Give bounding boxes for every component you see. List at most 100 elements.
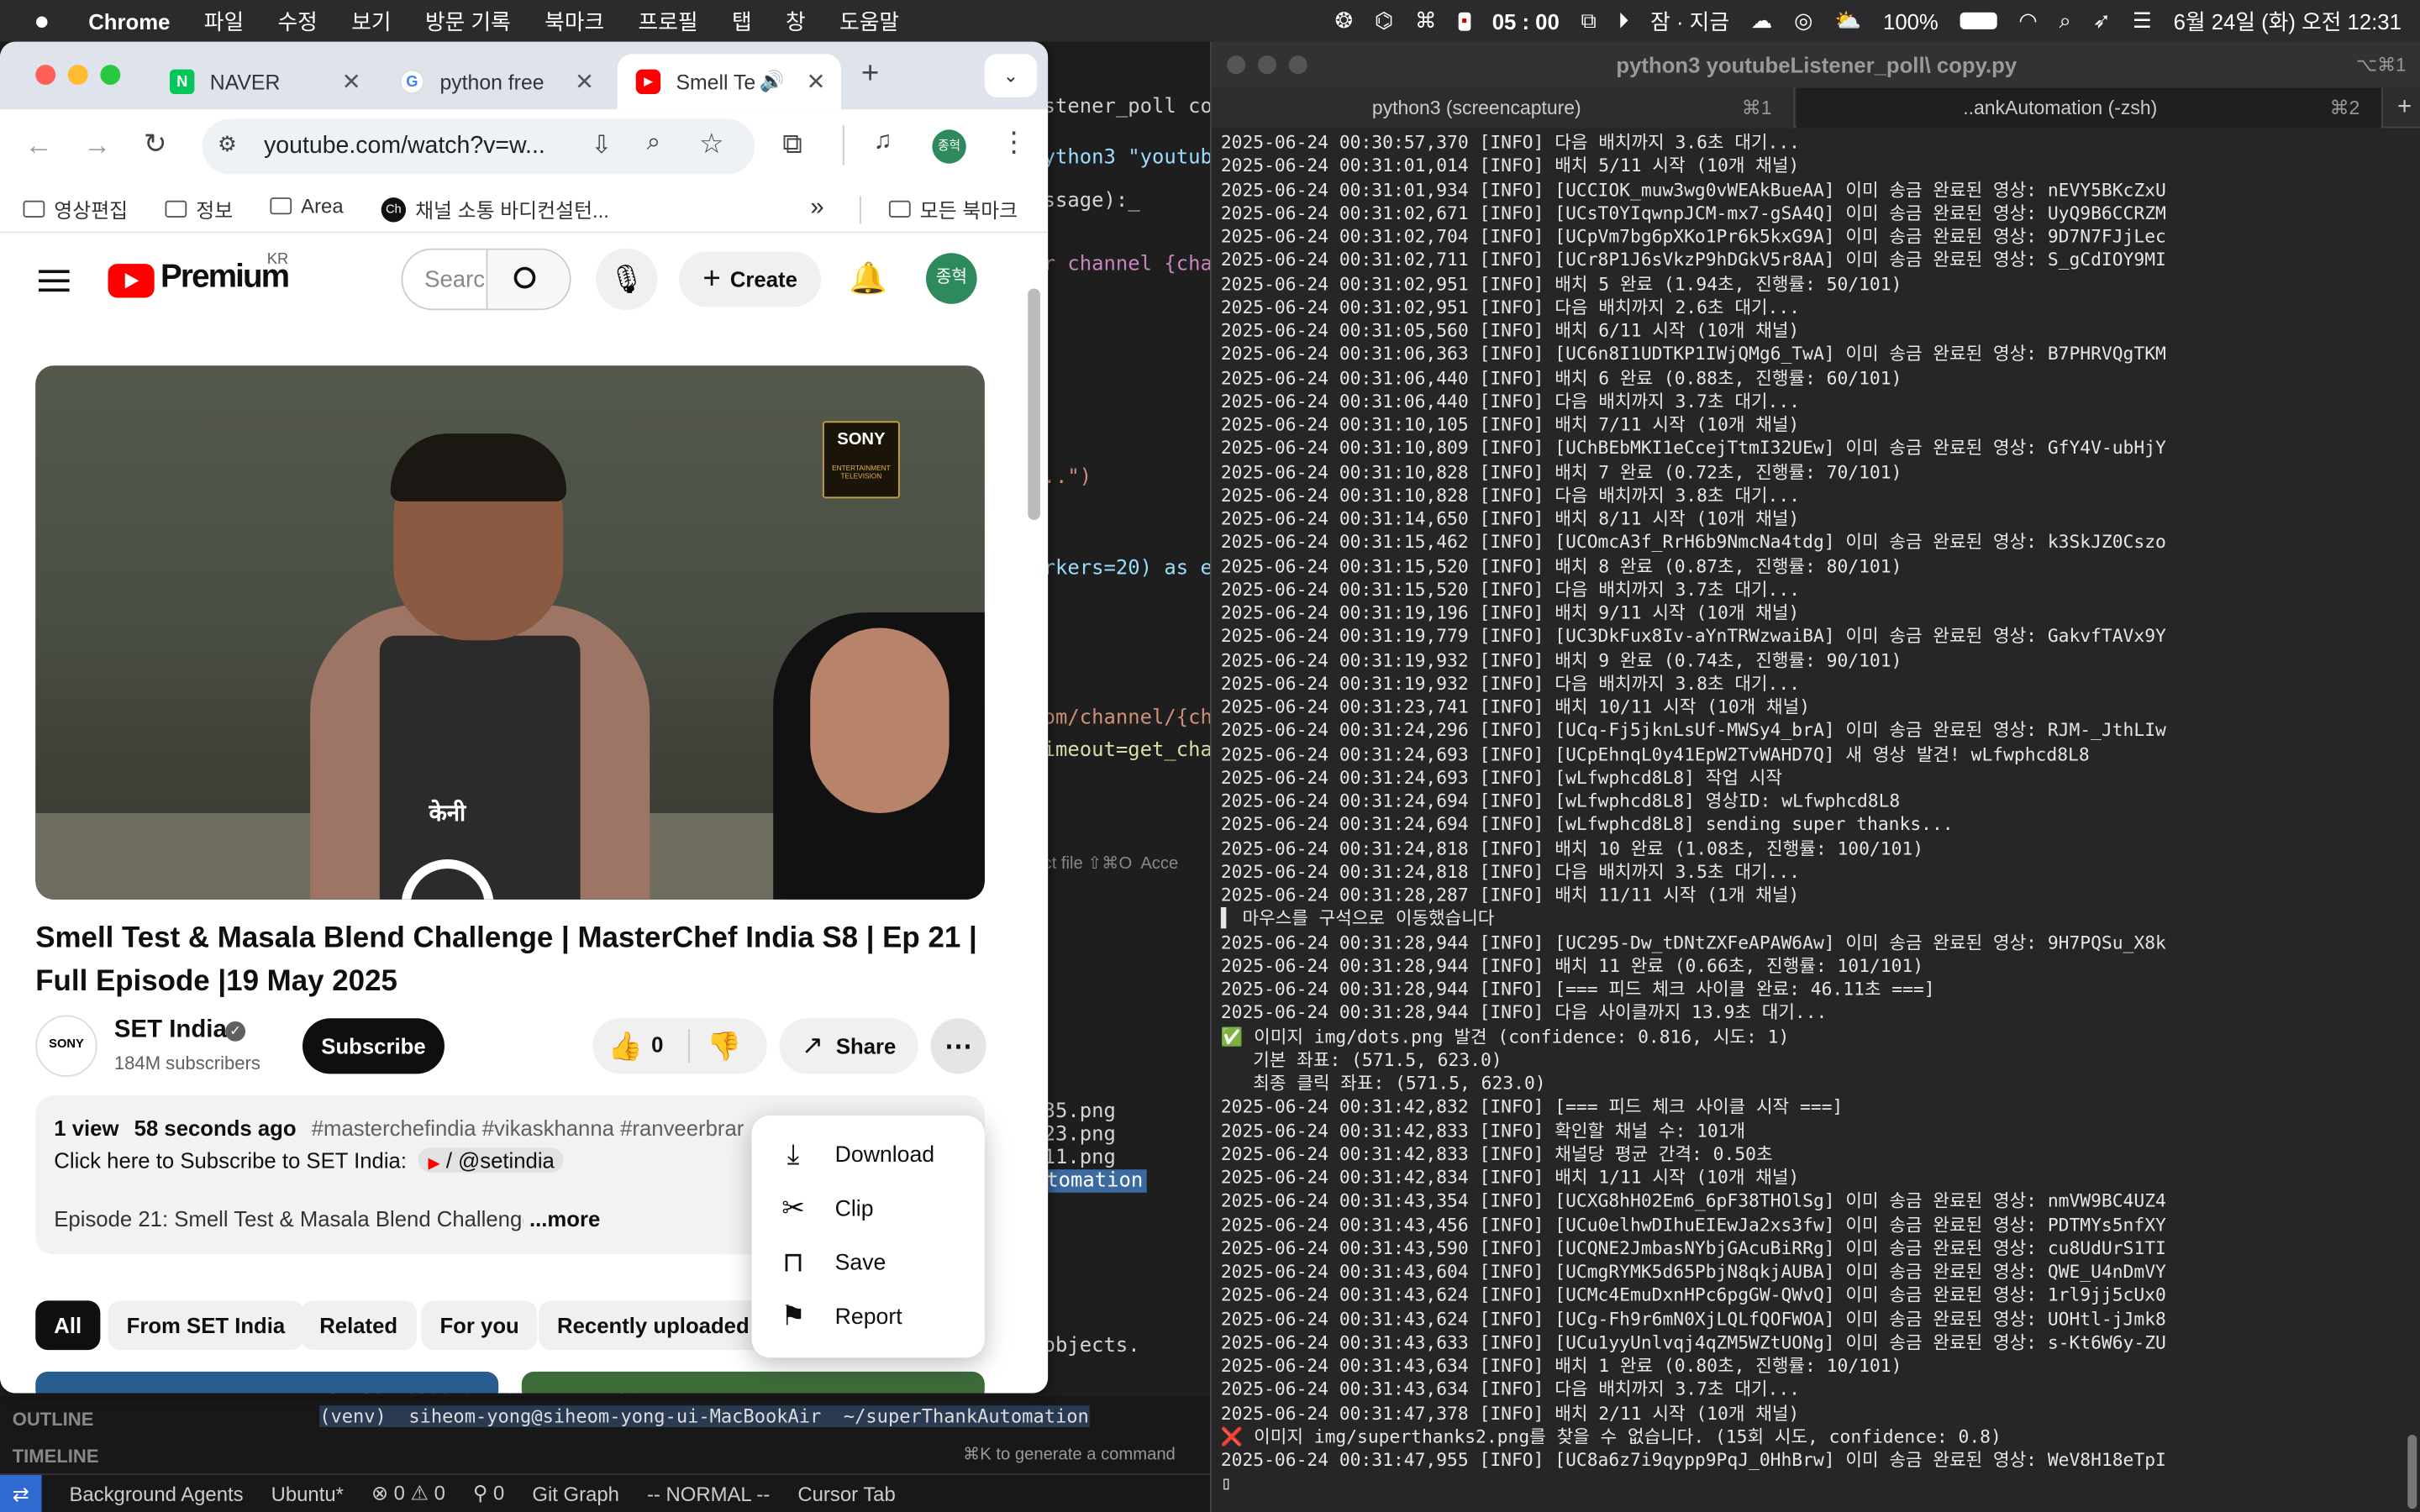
youtube-logo-icon[interactable]	[108, 264, 155, 298]
command-icon[interactable]: ⌘	[1415, 8, 1437, 34]
bookmark-star-icon[interactable]: ☆	[699, 128, 724, 160]
chip-recently-uploaded[interactable]: Recently uploaded	[539, 1300, 768, 1351]
new-tab-button[interactable]: +	[861, 57, 879, 92]
account-avatar[interactable]: 종혁	[926, 253, 977, 304]
video-thumbnail[interactable]	[35, 1371, 499, 1394]
vpn-icon[interactable]: ⌬	[1375, 8, 1393, 34]
openai-icon[interactable]: ❂	[1335, 8, 1354, 34]
branch-item[interactable]: Ubuntu*	[271, 1482, 344, 1505]
create-button[interactable]: + Create	[679, 251, 822, 307]
zoom-icon[interactable]: ⌕	[647, 129, 660, 157]
timeline-section[interactable]: TIMELINE	[13, 1446, 99, 1467]
profile-avatar[interactable]: 종혁	[932, 129, 966, 164]
background-agents-item[interactable]: Background Agents	[69, 1482, 243, 1505]
close-icon[interactable]: ✕	[575, 68, 594, 96]
remote-icon[interactable]: ⇄	[0, 1473, 42, 1512]
search-box[interactable]: Search	[401, 248, 571, 311]
menu-profile[interactable]: 프로필	[621, 5, 714, 36]
zoom-window-icon[interactable]	[100, 65, 121, 86]
tab-google[interactable]: G python free ✕	[381, 54, 610, 109]
status-text[interactable]: 잠 · 지금	[1650, 5, 1729, 36]
cloud-icon[interactable]: ☁	[1751, 8, 1773, 34]
menu-history[interactable]: 방문 기록	[408, 5, 528, 36]
close-icon[interactable]: ✕	[342, 68, 361, 96]
new-tab-button[interactable]: +	[2387, 88, 2420, 129]
terminal-output[interactable]: 2025-06-24 00:30:57,370 [INFO] 다음 배치까지 3…	[1221, 131, 2417, 1504]
menu-item-clip[interactable]: ✂ Clip	[751, 1182, 984, 1236]
address-bar[interactable]: ⚙ youtube.com/watch?v=w... ⇩ ⌕ ☆	[202, 118, 755, 175]
terminal-tab-2[interactable]: ..ankAutomation (-zsh) ⌘2	[1796, 87, 2383, 129]
more-bookmarks-chevron[interactable]: »	[810, 194, 823, 222]
voice-search-icon[interactable]: 🎙	[595, 248, 658, 311]
bookmark-folder-2[interactable]: 정보	[165, 194, 233, 223]
menu-window[interactable]: 창	[769, 5, 823, 36]
zoom-icon[interactable]	[1288, 55, 1307, 75]
datetime[interactable]: 6월 24일 (화) 오전 12:31	[2174, 5, 2402, 36]
menu-edit[interactable]: 수정	[260, 5, 334, 36]
minimize-window-icon[interactable]	[67, 65, 88, 86]
media-control-icon[interactable]: ♫	[874, 128, 892, 155]
dislike-icon[interactable]: 👎	[707, 1031, 741, 1063]
close-window-icon[interactable]	[35, 65, 56, 86]
git-graph-item[interactable]: Git Graph	[532, 1482, 619, 1505]
extensions-icon[interactable]: ⧉	[782, 128, 802, 160]
minimize-icon[interactable]	[1257, 55, 1276, 75]
hamburger-menu-icon[interactable]	[38, 270, 70, 292]
channel-name[interactable]: SET India	[114, 1016, 227, 1044]
channel-avatar[interactable]: SONY	[35, 1015, 97, 1078]
menu-view[interactable]: 보기	[334, 5, 408, 36]
url-text[interactable]: youtube.com/watch?v=w...	[264, 133, 545, 160]
all-bookmarks-folder[interactable]: 모든 북마크	[888, 194, 1018, 223]
channel-handle-link[interactable]: / @setindia	[446, 1148, 555, 1173]
bookmark-link-channel[interactable]: Ch 채널 소통 바디컨설턴...	[381, 194, 609, 223]
app-menu[interactable]: Chrome	[66, 8, 187, 33]
forward-icon[interactable]: →	[83, 129, 111, 162]
chip-related[interactable]: Related	[301, 1300, 417, 1351]
subscribe-button[interactable]: Subscribe	[302, 1018, 445, 1074]
like-icon[interactable]: 👍	[608, 1031, 643, 1063]
menu-item-report[interactable]: ⚑ Report	[751, 1289, 984, 1343]
cursor-tab-item[interactable]: Cursor Tab	[797, 1482, 895, 1505]
terminal-scrollbar[interactable]	[2407, 1435, 2417, 1509]
bookmark-folder-1[interactable]: 영상편집	[23, 194, 128, 223]
window-icon[interactable]: ⧉	[1581, 8, 1596, 34]
search-icon[interactable]: ⌕	[2059, 8, 2070, 34]
menu-file[interactable]: 파일	[187, 5, 261, 36]
install-icon[interactable]: ⇩	[591, 129, 612, 160]
battery-icon[interactable]	[1960, 12, 1997, 29]
chip-for-you[interactable]: For you	[421, 1300, 538, 1351]
weather-icon[interactable]: ⛅	[1834, 8, 1861, 34]
close-icon[interactable]	[1227, 55, 1246, 75]
ports-item[interactable]: ⚲ 0	[473, 1481, 504, 1505]
site-info-icon[interactable]: ⚙	[218, 131, 237, 157]
close-icon[interactable]: ✕	[807, 68, 826, 96]
share-button[interactable]: ↗ Share	[779, 1018, 918, 1074]
outline-section[interactable]: OUTLINE	[13, 1409, 94, 1431]
terminal-tab-1[interactable]: python3 (screencapture) ⌘1	[1211, 87, 1796, 129]
kebab-menu-icon[interactable]: ⋮	[1000, 127, 1028, 160]
tab-youtube[interactable]: ▶ Smell Te 🔊 ✕	[617, 54, 842, 110]
tab-naver[interactable]: N NAVER ✕	[151, 54, 376, 109]
back-icon[interactable]: ←	[24, 129, 52, 162]
more-link[interactable]: ...more	[523, 1206, 601, 1231]
wifi-icon[interactable]: ◠	[2018, 8, 2037, 34]
video-thumbnail[interactable]	[521, 1371, 985, 1394]
speaker-icon[interactable]: 🔊	[760, 70, 785, 94]
apple-icon[interactable]: ●	[0, 5, 66, 36]
terminal-window[interactable]: python3 youtubeListener_poll\ copy.py ⌥⌘…	[1209, 41, 2420, 1512]
play-icon[interactable]: ⏵	[1618, 8, 1629, 34]
menu-item-save[interactable]: ⊓ Save	[751, 1236, 984, 1289]
menu-help[interactable]: 도움말	[823, 5, 916, 36]
menu-bookmarks[interactable]: 북마크	[528, 5, 621, 36]
search-button[interactable]	[486, 249, 570, 309]
notifications-bell-icon[interactable]: 🔔	[849, 260, 887, 298]
menu-item-download[interactable]: ⤓ Download	[751, 1128, 984, 1182]
page-scrollbar[interactable]	[1028, 288, 1040, 520]
problems-item[interactable]: ⊗ 0 ⚠ 0	[371, 1481, 445, 1505]
airdrop-icon[interactable]: ◎	[1794, 8, 1812, 34]
chip-from-channel[interactable]: From SET India	[108, 1300, 304, 1351]
bird-icon[interactable]: ➶	[2093, 8, 2112, 34]
video-player[interactable]: केनी SONY ENTERTAINMENT TELEVISION	[35, 365, 985, 900]
menu-tab[interactable]: 탭	[715, 5, 769, 36]
control-center-icon[interactable]: ☰	[2133, 8, 2152, 34]
